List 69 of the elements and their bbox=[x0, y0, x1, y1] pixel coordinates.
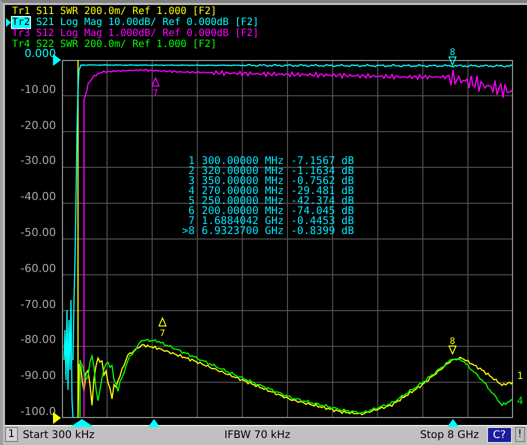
trace-name[interactable]: Tr4 bbox=[12, 39, 30, 50]
warning-indicator: ! bbox=[514, 427, 526, 442]
trace-channel: [F2] bbox=[192, 6, 217, 17]
trace-reference: Ref 0.000dB bbox=[162, 17, 229, 28]
y-axis-label: -80.00 bbox=[20, 334, 56, 348]
y-axis-label: -50.00 bbox=[20, 226, 56, 241]
trace-reference: Ref 1.000 bbox=[132, 6, 187, 17]
trace-scale: 1.000dB/ bbox=[108, 28, 156, 39]
marker-stimulus: 1.6884042 GHz bbox=[202, 216, 284, 226]
trace-name[interactable]: Tr1 bbox=[12, 6, 30, 17]
y-axis-label: -10.00 bbox=[20, 84, 56, 98]
marker-stimulus: 300.00000 MHz bbox=[202, 156, 284, 166]
trace-reference: Ref 1.000 bbox=[132, 39, 187, 50]
trace-scale: 200.0m/ bbox=[84, 39, 126, 50]
trace-reference: Ref 0.000dB bbox=[162, 28, 229, 39]
marker-number: 7 bbox=[188, 216, 195, 226]
trace-format: Log Mag bbox=[60, 17, 102, 28]
y-axis-label: -30.00 bbox=[20, 155, 56, 170]
marker-stimulus: 320.00000 MHz bbox=[202, 166, 284, 176]
marker-number: 3 bbox=[187, 176, 195, 186]
channel-number[interactable]: 1 bbox=[5, 427, 18, 442]
trace-name[interactable]: Tr3 bbox=[12, 28, 30, 39]
trace-format: Log Mag bbox=[60, 28, 102, 39]
y-axis-label: -90.00 bbox=[20, 370, 56, 384]
trace-parameter: S22 bbox=[36, 39, 54, 50]
stop-frequency: Stop 8 GHz bbox=[420, 428, 479, 440]
trace-channel: [F2] bbox=[234, 17, 259, 28]
trace-parameter: S12 bbox=[36, 28, 54, 39]
marker-stimulus: 6.9323700 GHz bbox=[202, 226, 284, 236]
calibration-status: C? bbox=[486, 426, 512, 442]
marker-response: -1.1634 dB bbox=[290, 166, 354, 176]
marker-response: -0.7562 dB bbox=[290, 176, 354, 186]
marker-number: >8 bbox=[182, 226, 195, 236]
trace-format: SWR bbox=[60, 6, 78, 17]
marker-number: 6 bbox=[187, 206, 195, 216]
marker-response: -42.374 dB bbox=[290, 196, 354, 206]
marker-stimulus: 250.00000 MHz bbox=[202, 196, 284, 206]
marker-response: -0.8399 dB bbox=[290, 226, 354, 236]
trace-scale: 10.00dB/ bbox=[108, 17, 156, 28]
marker-stimulus: 270.00000 MHz bbox=[202, 186, 284, 196]
trace-channel: [F2] bbox=[234, 28, 259, 39]
marker-number: 1 bbox=[187, 156, 195, 166]
y-axis-label: -70.00 bbox=[20, 298, 56, 313]
trace-channel: [F2] bbox=[192, 39, 217, 50]
y-axis-label: 0.000 bbox=[24, 48, 56, 62]
y-axis-label: -20.00 bbox=[20, 120, 56, 134]
marker-stimulus: 200.00000 MHz bbox=[202, 206, 284, 216]
trace-scale: 200.0m/ bbox=[84, 6, 126, 17]
trace-format: SWR bbox=[60, 39, 78, 50]
marker-number: 2 bbox=[187, 166, 195, 176]
marker-number: 5 bbox=[187, 196, 195, 206]
trace-parameter: S21 bbox=[36, 17, 54, 28]
if-bandwidth: IFBW 70 kHz bbox=[224, 428, 290, 440]
stimulus-marker-icon bbox=[70, 419, 94, 427]
y-axis-label: -60.00 bbox=[20, 262, 56, 277]
stimulus-marker-icon bbox=[447, 419, 459, 427]
y-axis-label: -100.0 bbox=[20, 406, 56, 418]
marker-number: 4 bbox=[187, 186, 195, 196]
trace-end-tag: 1 bbox=[516, 372, 523, 382]
marker-response: -74.045 dB bbox=[290, 206, 354, 216]
marker-response: -0.4453 dB bbox=[290, 216, 354, 226]
marker-response: -29.481 dB bbox=[290, 186, 354, 196]
trace-parameter: S11 bbox=[36, 6, 54, 17]
trace-end-tag: 4 bbox=[516, 397, 523, 407]
marker-response: -7.1567 dB bbox=[290, 156, 354, 166]
start-frequency: Start 300 kHz bbox=[22, 428, 95, 440]
y-axis-label: -40.00 bbox=[20, 191, 56, 206]
marker-stimulus: 350.00000 MHz bbox=[202, 176, 284, 186]
stimulus-marker-icon bbox=[148, 419, 160, 427]
